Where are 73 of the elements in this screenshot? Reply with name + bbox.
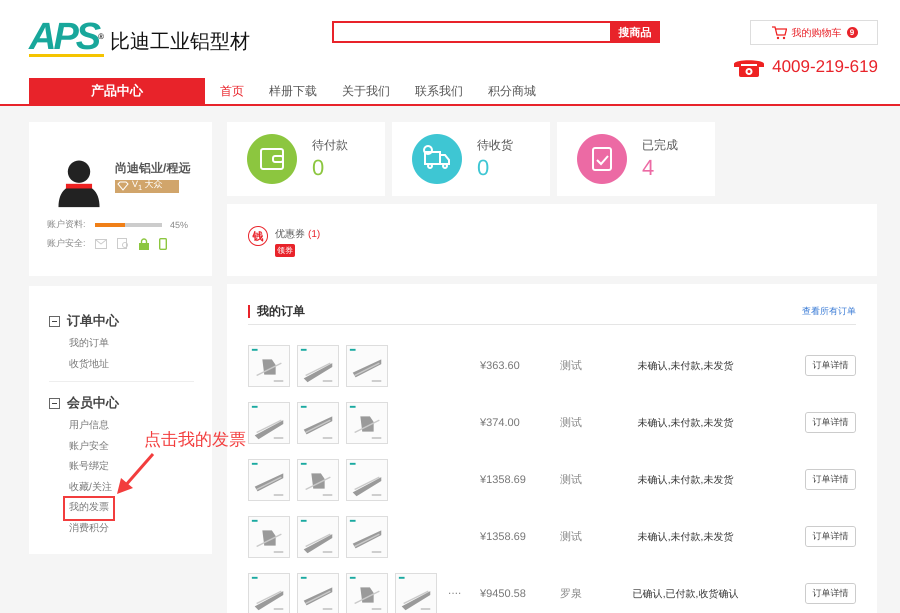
order-total: ¥1358.69: [480, 530, 527, 542]
order-details-button[interactable]: 订单详情: [805, 583, 856, 604]
consignee-name: 罗泉: [560, 587, 583, 601]
cart-button[interactable]: 我的购物车 9: [750, 20, 878, 45]
order-status-card[interactable]: 待收货 0: [392, 122, 550, 196]
status-label: 已完成: [642, 136, 678, 154]
coupon-icon: 钱: [248, 226, 268, 246]
profile-completeness-label: 账户资料:: [47, 218, 87, 231]
order-status: 未确认,未付款,未发货: [636, 360, 734, 372]
order-details-button[interactable]: 订单详情: [805, 469, 856, 490]
status-count: 4: [642, 154, 656, 182]
order-total: ¥9450.58: [480, 588, 527, 600]
order-status-card[interactable]: 已完成 4: [557, 122, 715, 196]
collapse-toggle[interactable]: [49, 316, 60, 326]
coupon-count: (1): [308, 229, 320, 240]
order-status-card[interactable]: 待付款 0: [227, 122, 385, 196]
phone-number: 4009-219-619: [772, 57, 878, 77]
search-button[interactable]: 搜商品: [610, 21, 660, 43]
order-details-button[interactable]: 订单详情: [805, 355, 856, 376]
section-title: 我的订单: [248, 304, 305, 318]
order-total: ¥374.00: [480, 416, 521, 428]
brand-name: 比迪工业铝型材: [110, 30, 250, 54]
id-card-icon[interactable]: [117, 238, 129, 249]
order-details-button[interactable]: 订单详情: [805, 526, 856, 547]
nav-link[interactable]: 样册下载: [269, 78, 317, 104]
order-status: 已确认,已付款,收货确认: [632, 588, 740, 600]
menu-group-title: 订单中心: [67, 312, 119, 330]
nav-link[interactable]: 积分商城: [488, 78, 536, 104]
sidebar-item[interactable]: 账户安全: [67, 436, 111, 457]
sidebar-item[interactable]: 账号绑定: [67, 457, 111, 478]
lock-icon[interactable]: [139, 238, 149, 250]
cart-icon: [770, 26, 786, 40]
more-items-ellipsis: ····: [448, 588, 462, 599]
account-security-label: 账户安全:: [47, 237, 87, 250]
nav-link[interactable]: 联系我们: [415, 78, 463, 104]
sidebar-item[interactable]: 收藏/关注: [67, 478, 114, 498]
get-coupon-button[interactable]: 领券: [275, 244, 295, 257]
nav-link[interactable]: 关于我们: [342, 78, 390, 104]
status-count: 0: [477, 154, 490, 182]
order-status: 未确认,未付款,未发货: [636, 474, 734, 486]
order-total: ¥1358.69: [480, 474, 527, 486]
annotation-text: 点击我的发票: [144, 429, 246, 451]
sidebar-item[interactable]: 消费积分: [67, 518, 111, 539]
sidebar-item[interactable]: 收货地址: [67, 354, 111, 375]
annotation-arrow: [115, 452, 155, 496]
cart-count-badge: 9: [846, 27, 858, 38]
member-level-badge: V$_{1}$ 大众: [115, 180, 179, 192]
coupon-label[interactable]: 优惠券: [275, 229, 305, 240]
sidebar-item[interactable]: 我的订单: [67, 334, 111, 354]
search-field[interactable]: [332, 21, 610, 43]
consignee-name: 测试: [560, 473, 583, 487]
status-count: 0: [312, 154, 326, 182]
consignee-name: 测试: [560, 416, 583, 430]
view-all-orders-link[interactable]: 查看所有订单: [802, 304, 856, 318]
nav-link[interactable]: 首页: [220, 78, 244, 104]
progress-reading: 45%: [170, 220, 188, 230]
consignee-name: 测试: [560, 359, 583, 373]
collapse-toggle[interactable]: [49, 398, 60, 408]
status-label: 待付款: [312, 136, 348, 154]
logo[interactable]: APS$^{®}$: [29, 20, 104, 56]
mobile-phone-icon[interactable]: [159, 238, 167, 250]
envelope-icon[interactable]: [95, 238, 107, 248]
order-total: ¥363.60: [480, 360, 521, 372]
order-status: 未确认,未付款,未发货: [636, 530, 734, 544]
user-name: 尚迪铝业/程远: [115, 160, 190, 176]
sidebar-item[interactable]: 我的发票: [65, 498, 113, 518]
consignee-name: 测试: [560, 530, 583, 544]
menu-group-title: 会员中心: [67, 394, 119, 412]
order-status: 未确认,未付款,未发货: [636, 416, 734, 430]
sidebar-item[interactable]: 用户信息: [67, 416, 111, 436]
order-details-button[interactable]: 订单详情: [805, 412, 856, 433]
status-label: 待收货: [477, 136, 513, 154]
category-menu-button[interactable]: 产品中心: [29, 78, 205, 104]
